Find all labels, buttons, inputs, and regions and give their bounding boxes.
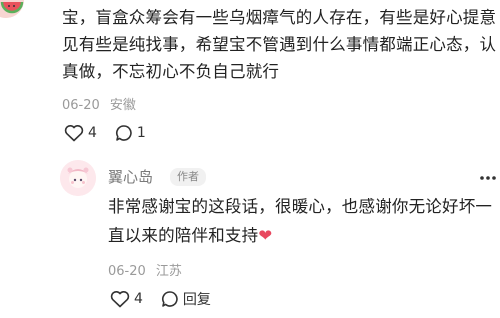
reply-button[interactable]: 回复: [161, 289, 211, 309]
reply-button-label: 回复: [182, 292, 211, 308]
reply-text-body: 非常感谢宝的这段话，很暖心，也感谢你无论好坏一直以来的陪伴和支持: [108, 197, 493, 245]
comment-date: 06-20: [62, 98, 100, 113]
reply-text: 非常感谢宝的这段话，很暖心，也感谢你无论好坏一直以来的陪伴和支持❤: [108, 192, 500, 250]
reply-actions: 4 回复: [110, 289, 211, 309]
reply-location: 江苏: [155, 264, 182, 279]
reply-date: 06-20: [108, 264, 146, 279]
reply-author-avatar[interactable]: [60, 160, 96, 196]
comment-button[interactable]: 1: [115, 124, 146, 142]
commenter-avatar[interactable]: [0, 0, 24, 18]
like-count: 4: [88, 125, 97, 141]
comment-meta: 06-20 安徽: [62, 94, 136, 113]
comment-bubble-icon: [115, 125, 132, 141]
like-button[interactable]: 4: [64, 124, 97, 142]
comment-location: 安徽: [109, 98, 136, 113]
comment-bubble-icon: [161, 291, 178, 307]
heart-outline-icon: [64, 125, 84, 142]
author-badge: 作者: [170, 168, 206, 186]
heart-outline-icon: [110, 291, 130, 308]
comment-count: 1: [136, 125, 146, 141]
reply-like-button[interactable]: 4: [110, 290, 143, 308]
comment-actions: 4 1: [64, 124, 146, 142]
reply-username[interactable]: 翼心岛: [108, 166, 153, 187]
comment-text: 宝，盲盒众筹会有一些乌烟瘴气的人存在，有些是好心提意见有些是纯找事，希望宝不管遇…: [62, 8, 497, 81]
reply-like-count: 4: [134, 291, 143, 307]
more-dots-icon[interactable]: [476, 170, 500, 184]
reply-meta: 06-20 江苏: [108, 260, 182, 279]
heart-emoji: ❤: [258, 226, 273, 245]
